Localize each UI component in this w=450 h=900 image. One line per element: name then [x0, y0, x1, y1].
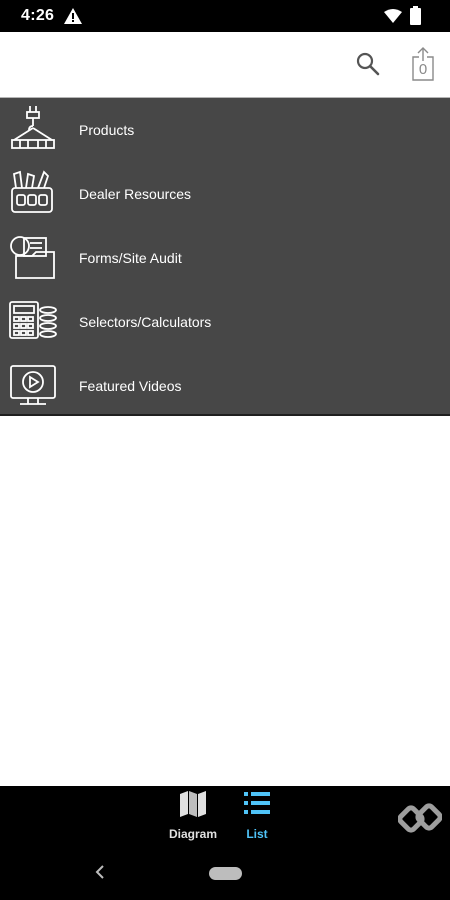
- forms-folder-icon: [10, 236, 55, 279]
- tab-list[interactable]: List: [222, 786, 292, 846]
- list-icon: [244, 792, 270, 814]
- menu-item-label: Products: [79, 122, 135, 138]
- map-icon: [180, 791, 206, 817]
- alert-icon: [64, 8, 82, 24]
- bottom-navigation: Diagram List: [0, 786, 450, 900]
- top-toolbar: 0: [0, 32, 450, 98]
- status-bar: 4:26: [0, 0, 450, 32]
- main-menu: Products Dealer Resources Forms/Site Aud…: [0, 98, 450, 416]
- export-button[interactable]: 0: [411, 47, 435, 81]
- export-count: 0: [418, 61, 428, 78]
- menu-item-forms-site-audit[interactable]: Forms/Site Audit: [0, 226, 450, 290]
- status-time: 4:26: [21, 7, 55, 24]
- menu-item-label: Dealer Resources: [79, 186, 192, 202]
- home-button[interactable]: [209, 867, 242, 880]
- crane-hook-icon: [11, 106, 55, 149]
- tab-label: Diagram: [168, 827, 218, 841]
- menu-item-label: Selectors/Calculators: [79, 314, 212, 330]
- menu-item-dealer-resources[interactable]: Dealer Resources: [0, 162, 450, 226]
- menu-item-selectors-calculators[interactable]: Selectors/Calculators: [0, 290, 450, 354]
- back-icon[interactable]: [92, 864, 108, 880]
- tool-box-icon: [11, 170, 53, 213]
- calculator-icon: [9, 301, 57, 339]
- menu-item-label: Featured Videos: [79, 378, 182, 394]
- tab-label: List: [246, 827, 268, 841]
- search-icon[interactable]: [355, 51, 381, 77]
- menu-item-products[interactable]: Products: [0, 98, 450, 162]
- battery-icon: [410, 6, 421, 25]
- video-monitor-icon: [10, 365, 56, 405]
- chain-link-logo: [398, 803, 442, 833]
- wifi-icon: [384, 9, 402, 23]
- tab-diagram[interactable]: Diagram: [158, 786, 228, 846]
- menu-item-label: Forms/Site Audit: [79, 250, 182, 266]
- menu-item-featured-videos[interactable]: Featured Videos: [0, 354, 450, 418]
